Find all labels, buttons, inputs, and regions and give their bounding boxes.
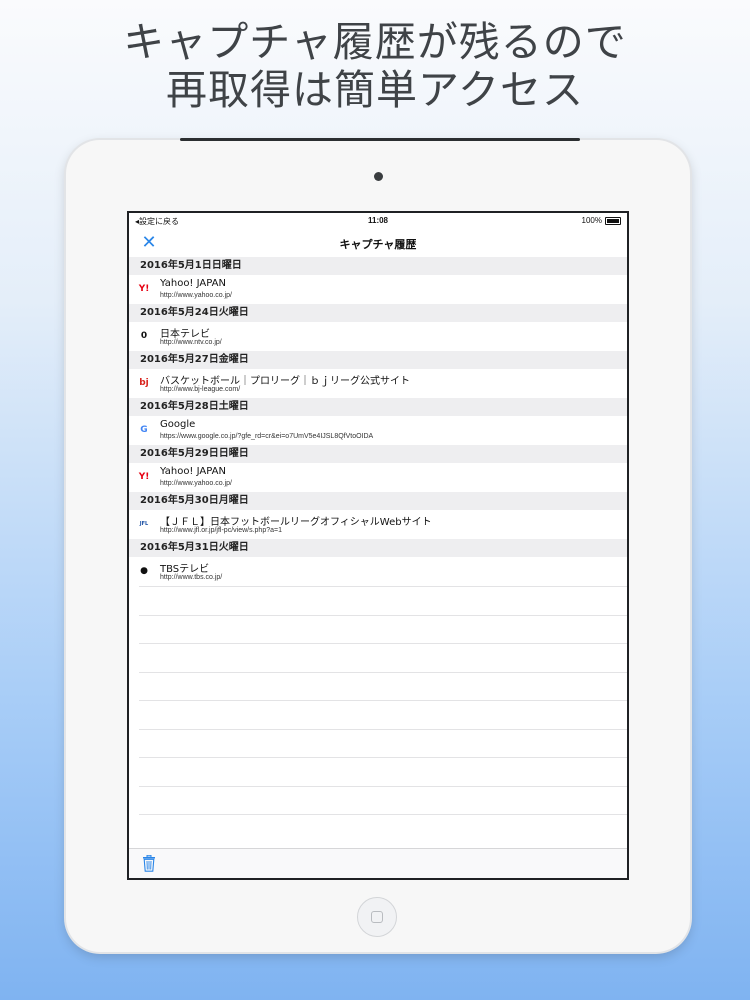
battery-icon [605, 216, 621, 225]
history-row[interactable]: Y! Yahoo! JAPAN http://www.yahoo.co.jp/ [129, 463, 627, 492]
row-separator [139, 643, 627, 644]
headline-line-1: キャプチャ履歴が残るので [123, 18, 627, 66]
home-square-icon [371, 911, 383, 923]
site-favicon-icon: JFL [139, 521, 149, 527]
site-favicon-icon: bj [139, 378, 149, 388]
history-row-title: Yahoo! JAPAN [160, 466, 226, 477]
history-row-url: http://www.ntv.co.jp/ [160, 339, 222, 346]
history-row[interactable]: bj バスケットボール｜プロリーグ｜ｂｊリーグ公式サイト http://www.bj… [129, 369, 627, 398]
history-row-url: http://www.yahoo.co.jp/ [160, 292, 232, 299]
history-row-title: Google [160, 419, 196, 430]
headline-line-2: 再取得は簡単アクセス [166, 66, 584, 114]
status-bar: ◂設定に戻る 11:08 100% [129, 213, 627, 229]
row-separator [139, 785, 627, 787]
site-favicon-icon: 0 [140, 331, 148, 341]
row-separator [139, 700, 627, 701]
history-row-title: Yahoo! JAPAN [160, 278, 226, 289]
row-separator [139, 614, 627, 616]
section-header-date: 2016年5月24日火曜日 [129, 304, 627, 322]
history-row[interactable]: G Google https://www.google.co.jp/?gfe_rd=… [129, 416, 627, 445]
section-header-date: 2016年5月31日火曜日 [129, 539, 627, 557]
history-row-url: http://www.bj-league.com/ [160, 386, 241, 393]
history-row[interactable]: JFL 【ＪＦＬ】日本フットボールリーグオフィシャルWebサイト http://ww… [129, 510, 627, 539]
battery-percent: 100% [581, 216, 602, 225]
section-header-date: 2016年5月29日日曜日 [129, 445, 627, 463]
page-title: キャプチャ履歴 [339, 238, 417, 251]
row-separator [139, 757, 627, 758]
history-row-title: 日本テレビ [160, 329, 210, 340]
status-right: 100% [582, 216, 621, 225]
history-row-url: https://www.google.co.jp/?gfe_rd=cr&ei=o… [160, 433, 374, 440]
history-row-title: 【ＪＦＬ】日本フットボールリーグオフィシャルWebサイト [160, 517, 432, 528]
promo-headline: キャプチャ履歴が残るので 再取得は簡単アクセス [0, 18, 750, 114]
camera-icon [374, 172, 383, 181]
section-header-date: 2016年5月28日土曜日 [129, 398, 627, 416]
history-row-url: http://www.yahoo.co.jp/ [160, 480, 232, 487]
ipad-top-edge [180, 138, 580, 141]
row-separator [139, 728, 627, 730]
history-row[interactable]: 0 日本テレビ http://www.ntv.co.jp/ [129, 322, 627, 351]
history-row[interactable]: ● TBSテレビ http://www.tbs.co.jp/ [129, 557, 627, 586]
status-time: 11:08 [367, 216, 389, 225]
history-row-title: TBSテレビ [160, 564, 210, 575]
section-header-date: 2016年5月27日金曜日 [129, 351, 627, 369]
history-row-title: バスケットボール｜プロリーグ｜ｂｊリーグ公式サイト [160, 376, 410, 387]
site-favicon-icon: ● [140, 566, 148, 576]
row-separator [139, 586, 627, 587]
home-button[interactable] [357, 897, 397, 937]
site-favicon-icon: Y! [138, 284, 150, 294]
row-separator [139, 671, 627, 673]
section-header-date: 2016年5月30日月曜日 [129, 492, 627, 510]
site-favicon-icon: G [140, 425, 148, 435]
device-screen: ◂設定に戻る 11:08 100% ✕ キャプチャ履歴 2016年5月1日日曜日… [127, 211, 629, 880]
history-row-url: http://www.tbs.co.jp/ [160, 574, 223, 581]
history-row[interactable]: Y! Yahoo! JAPAN http://www.yahoo.co.jp/ [129, 275, 627, 304]
bottom-toolbar [129, 848, 627, 878]
row-separator [139, 814, 627, 815]
section-header-date: 2016年5月1日日曜日 [129, 257, 627, 275]
history-list: 2016年5月1日日曜日 Y! Yahoo! JAPAN http://www.yah… [129, 257, 627, 586]
trash-icon[interactable] [141, 855, 157, 872]
site-favicon-icon: Y! [138, 472, 150, 482]
history-row-url: http://www.jfl.or.jp/jfl-pc/view/s.php?a… [160, 527, 282, 534]
